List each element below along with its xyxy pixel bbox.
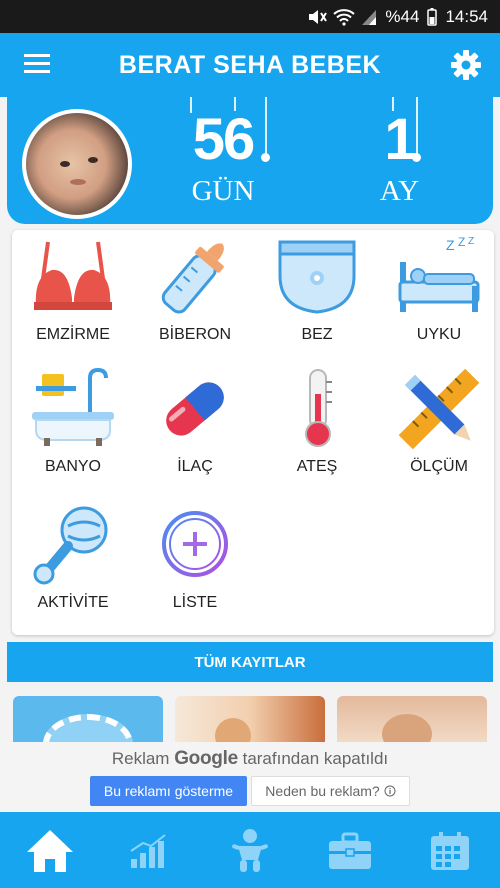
- tile-label: BİBERON: [158, 326, 231, 343]
- ruler-pencil-icon: [398, 368, 480, 450]
- info-icon: [384, 785, 396, 797]
- nav-kit[interactable]: [322, 826, 378, 876]
- rattle-icon: [33, 506, 108, 585]
- days-unit: GÜN: [191, 175, 255, 207]
- app-bar: BERAT SEHA BEBEK: [0, 33, 500, 97]
- tile-label: BANYO: [44, 458, 101, 475]
- tile-label: İLAÇ: [177, 458, 213, 475]
- wifi-icon: [333, 8, 356, 26]
- ad-banner: Reklam Google tarafından kapatıldı Bu re…: [0, 742, 500, 812]
- tile-label: LİSTE: [172, 594, 218, 611]
- tile-uyku[interactable]: Z Z Z UYKU: [378, 236, 500, 364]
- tile-label: AKTİVİTE: [37, 594, 109, 611]
- google-brand: Google: [174, 748, 238, 769]
- signal-icon: [362, 9, 377, 25]
- nav-baby[interactable]: [222, 826, 278, 876]
- diaper-icon: [278, 240, 356, 314]
- why-this-ad-button[interactable]: Neden bu reklam?: [251, 776, 410, 806]
- status-bar: %44 14:54: [0, 0, 500, 33]
- months-value: 1: [384, 107, 416, 172]
- bottom-navigation: [0, 812, 500, 888]
- nav-statistics[interactable]: [121, 826, 177, 876]
- card-thumbnails: [0, 696, 500, 746]
- baby-age-header: 56 GÜN 1 AY: [7, 97, 493, 224]
- baby-icon: [232, 829, 268, 872]
- months-unit: AY: [379, 175, 420, 207]
- svg-text:Z: Z: [468, 236, 474, 247]
- mute-icon: [309, 9, 328, 24]
- stop-showing-ad-button[interactable]: Bu reklamı gösterme: [90, 776, 247, 806]
- pill-icon: [166, 382, 224, 436]
- briefcase-icon: [329, 832, 371, 869]
- baby-avatar[interactable]: [22, 109, 132, 219]
- battery-icon: [427, 7, 438, 26]
- tile-label: UYKU: [416, 326, 462, 343]
- gear-icon[interactable]: [450, 49, 482, 81]
- bed-sleep-icon: Z Z Z: [398, 236, 480, 312]
- add-circle-icon: [162, 511, 228, 577]
- tile-label: ÖLÇÜM: [410, 458, 468, 475]
- tile-aktivite[interactable]: AKTİVİTE: [12, 504, 134, 632]
- days-value: 56: [192, 107, 256, 172]
- tile-label: BEZ: [301, 326, 333, 343]
- bathtub-icon: [32, 368, 114, 446]
- tile-label: EMZİRME: [36, 326, 110, 343]
- thumbnail-card[interactable]: [175, 696, 325, 746]
- thermometer-icon: [305, 369, 332, 447]
- months-counter: 1 AY: [362, 111, 437, 208]
- tile-ilac[interactable]: İLAÇ: [134, 368, 256, 496]
- tile-bez[interactable]: BEZ: [256, 236, 378, 364]
- ad-closed-notice: Reklam Google tarafından kapatıldı: [111, 748, 389, 769]
- tile-label: ATEŞ: [296, 458, 338, 475]
- all-records-button[interactable]: TÜM KAYITLAR: [7, 642, 493, 682]
- tile-emzirme[interactable]: EMZİRME: [12, 236, 134, 364]
- nav-home[interactable]: [22, 826, 78, 876]
- baby-name-title: BERAT SEHA BEBEK: [118, 50, 382, 79]
- calendar-icon: [431, 832, 469, 870]
- tile-olcum[interactable]: ÖLÇÜM: [378, 368, 500, 496]
- svg-text:Z: Z: [458, 236, 465, 249]
- days-counter: 56 GÜN: [173, 111, 273, 208]
- svg-text:Z: Z: [446, 237, 455, 253]
- battery-percent: %44: [385, 6, 420, 26]
- thumbnail-card[interactable]: [13, 696, 163, 746]
- baby-bottle-icon: [161, 243, 224, 314]
- tile-ates[interactable]: ATEŞ: [256, 368, 378, 496]
- hamburger-menu-icon[interactable]: [22, 51, 52, 77]
- home-icon: [27, 830, 73, 872]
- thumbnail-card[interactable]: [337, 696, 487, 746]
- chart-icon: [130, 834, 166, 868]
- tile-liste[interactable]: LİSTE: [134, 504, 256, 632]
- tile-banyo[interactable]: BANYO: [12, 368, 134, 496]
- bra-icon: [34, 241, 112, 310]
- tile-biberon[interactable]: BİBERON: [134, 236, 256, 364]
- activity-grid: EMZİRME BİBERON BEZ Z Z Z UYKU BANYO İLA…: [12, 230, 494, 635]
- nav-calendar[interactable]: [422, 826, 478, 876]
- clock: 14:54: [445, 6, 488, 26]
